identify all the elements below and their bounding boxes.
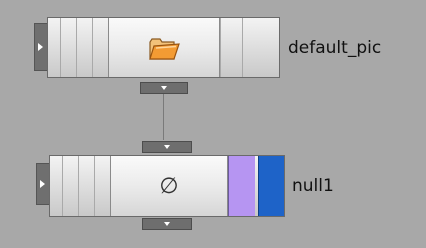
node-null1[interactable]: ∅ [49,155,285,217]
node-null1-label: null1 [292,176,334,196]
empty-set-icon: ∅ [159,173,179,199]
node-default-pic-label: default_pic [288,38,382,58]
node-default-pic-output-connector[interactable] [140,82,188,94]
node-lock-cell[interactable] [76,18,92,77]
node-lock-cell[interactable] [78,156,94,216]
play-triangle-icon [40,180,45,188]
node-cell [92,18,108,77]
folder-open-icon [149,37,180,60]
down-arrow-icon [164,145,170,149]
node-icon-area[interactable]: ∅ [110,156,228,216]
node-null1-output-connector[interactable] [142,218,192,230]
down-arrow-icon [164,222,170,226]
node-default-pic[interactable] [47,17,280,78]
display-flag[interactable] [258,156,284,216]
node-display-flag-cell[interactable] [242,18,258,77]
node-cell [94,156,110,216]
play-triangle-icon [38,43,43,51]
node-bypass-cell[interactable] [60,18,76,77]
node-icon-area[interactable] [108,18,220,77]
connection-wire[interactable] [163,94,164,140]
down-arrow-icon [161,86,167,90]
node-bypass-cell[interactable] [62,156,78,216]
node-template-flag-cell[interactable] [220,18,242,77]
network-editor-canvas[interactable]: default_pic ∅ null1 [0,0,426,248]
template-flag[interactable] [228,156,255,216]
node-null1-input-connector[interactable] [142,141,192,153]
node-default-pic-input-tab[interactable] [34,23,48,71]
node-null1-input-tab[interactable] [36,163,50,205]
